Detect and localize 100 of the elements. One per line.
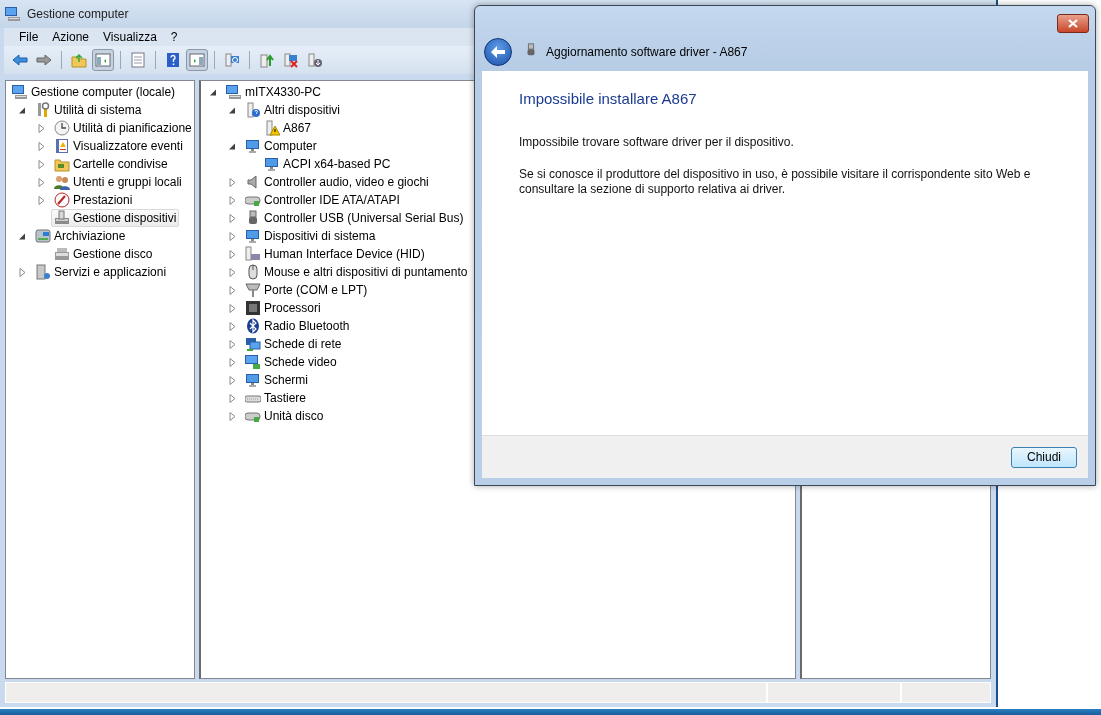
- message-text: Se si conosce il produttore del dispositivo in uso, è possibile visitare il corrispondente sito Web e consultare la sezione di supporto relativa ai driver.: [519, 167, 1032, 197]
- unknown-device-icon: [245, 102, 261, 118]
- tree-item[interactable]: A867: [261, 119, 315, 137]
- menu-item[interactable]: ?: [163, 30, 185, 44]
- expand-arrow-icon[interactable]: [37, 177, 46, 187]
- window-title: Gestione computer: [27, 7, 129, 21]
- message-text: Impossibile trovare software driver per il dispositivo.: [519, 135, 795, 150]
- tree-item[interactable]: Controller USB (Universal Serial Bus): [242, 209, 467, 227]
- close-dialog-button[interactable]: Chiudi: [1011, 446, 1077, 468]
- users-icon: [54, 174, 70, 190]
- tools-icon: [35, 102, 51, 118]
- clock-icon: [54, 120, 70, 136]
- tree-item[interactable]: Controller audio, video e giochi: [242, 173, 432, 191]
- tree-item[interactable]: Radio Bluetooth: [242, 317, 353, 335]
- expand-arrow-icon[interactable]: [228, 303, 237, 313]
- monitor-icon: [264, 156, 280, 172]
- tree-item[interactable]: Mouse e altri dispositivi di puntamento: [242, 263, 471, 281]
- menu-item[interactable]: Azione: [45, 30, 97, 44]
- tree-item[interactable]: Utenti e gruppi locali: [51, 173, 185, 191]
- tree-item[interactable]: Dispositivi di sistema: [242, 227, 379, 245]
- expand-arrow-icon[interactable]: [37, 141, 46, 151]
- expand-arrow-icon[interactable]: [37, 123, 46, 133]
- tree-item[interactable]: ACPI x64-based PC: [261, 155, 394, 173]
- menu-item[interactable]: File: [12, 30, 46, 44]
- gauge-icon: [54, 192, 70, 208]
- dialog-heading: Impossibile installare A867: [519, 90, 698, 107]
- monitor-icon: [245, 228, 261, 244]
- back-button[interactable]: [484, 37, 512, 66]
- disk-icon: [54, 246, 70, 262]
- port-icon: [245, 282, 261, 298]
- tree-item[interactable]: Controller IDE ATA/ATAPI: [242, 191, 403, 209]
- tree-item[interactable]: Gestione disco: [51, 245, 156, 263]
- tree-item[interactable]: Utilità di sistema: [32, 101, 145, 119]
- computer-icon: [5, 6, 21, 22]
- action-pane-button[interactable]: [186, 49, 208, 71]
- dialog-title: Aggiornamento software driver - A867: [546, 44, 748, 59]
- display-adapter-icon: [245, 354, 261, 370]
- tree-item[interactable]: Schede video: [242, 353, 340, 371]
- network-icon: [245, 336, 261, 352]
- mouse-icon: [245, 264, 261, 280]
- expand-arrow-icon[interactable]: [228, 393, 237, 403]
- folder-up-icon: [71, 52, 87, 68]
- tree-item[interactable]: Human Interface Device (HID): [242, 245, 428, 263]
- close-icon: [1068, 19, 1078, 28]
- warning-device-icon: [264, 120, 280, 136]
- back-arrow-icon: [490, 44, 506, 59]
- tree-item[interactable]: Altri dispositivi: [242, 101, 344, 119]
- action-pane-icon: [189, 52, 205, 68]
- computer-icon: [12, 84, 28, 100]
- bluetooth-icon: [245, 318, 261, 334]
- expand-arrow-icon[interactable]: [18, 267, 27, 277]
- disable-device-icon: [307, 52, 323, 68]
- expand-arrow-icon[interactable]: [228, 213, 237, 223]
- tree-item[interactable]: Servizi e applicazioni: [32, 263, 170, 281]
- expand-arrow-icon[interactable]: [228, 231, 237, 241]
- tree-item[interactable]: Unità disco: [242, 407, 327, 425]
- forward-arrow-icon: [36, 52, 52, 68]
- tree-item[interactable]: Computer: [242, 137, 320, 155]
- monitor-icon: [245, 138, 261, 154]
- tree-item[interactable]: Schede di rete: [242, 335, 345, 353]
- tree-item[interactable]: Visualizzatore eventi: [51, 137, 186, 155]
- tree-item[interactable]: Gestione computer (locale): [9, 83, 179, 101]
- collapse-arrow-icon[interactable]: [18, 231, 27, 241]
- tree-item[interactable]: Cartelle condivise: [51, 155, 171, 173]
- update-driver-icon: [259, 52, 275, 68]
- expand-arrow-icon[interactable]: [37, 159, 46, 169]
- expand-arrow-icon[interactable]: [228, 321, 237, 331]
- scan-hardware-icon: [224, 52, 240, 68]
- uninstall-icon: [283, 52, 299, 68]
- collapse-arrow-icon[interactable]: [18, 105, 27, 115]
- shared-folder-icon: [54, 156, 70, 172]
- tree-item[interactable]: Gestione dispositivi: [51, 209, 180, 227]
- expand-arrow-icon[interactable]: [228, 267, 237, 277]
- help-icon: [165, 52, 181, 68]
- tree-item[interactable]: Prestazioni: [51, 191, 136, 209]
- menu-item[interactable]: Visualizza: [96, 30, 164, 44]
- close-button[interactable]: [1057, 14, 1089, 33]
- collapse-arrow-icon[interactable]: [228, 141, 237, 151]
- storage-icon: [35, 228, 51, 244]
- expand-arrow-icon[interactable]: [228, 339, 237, 349]
- tree-item[interactable]: Processori: [242, 299, 324, 317]
- expand-arrow-icon[interactable]: [228, 411, 237, 421]
- expand-arrow-icon[interactable]: [228, 249, 237, 259]
- console-tree-button[interactable]: [92, 49, 114, 71]
- expand-arrow-icon[interactable]: [228, 375, 237, 385]
- expand-arrow-icon[interactable]: [228, 357, 237, 367]
- expand-arrow-icon[interactable]: [228, 195, 237, 205]
- collapse-arrow-icon[interactable]: [228, 105, 237, 115]
- tree-item[interactable]: Utilità di pianificazione: [51, 119, 195, 137]
- collapse-arrow-icon[interactable]: [209, 87, 218, 97]
- computer-icon: [226, 84, 242, 100]
- monitor-icon: [245, 372, 261, 388]
- expand-arrow-icon[interactable]: [228, 177, 237, 187]
- tree-item[interactable]: Archiviazione: [32, 227, 129, 245]
- tree-item[interactable]: Tastiere: [242, 389, 310, 407]
- expand-arrow-icon[interactable]: [228, 285, 237, 295]
- expand-arrow-icon[interactable]: [37, 195, 46, 205]
- tree-item[interactable]: Schermi: [242, 371, 311, 389]
- tree-item[interactable]: mITX4330-PC: [223, 83, 325, 101]
- tree-item[interactable]: Porte (COM e LPT): [242, 281, 371, 299]
